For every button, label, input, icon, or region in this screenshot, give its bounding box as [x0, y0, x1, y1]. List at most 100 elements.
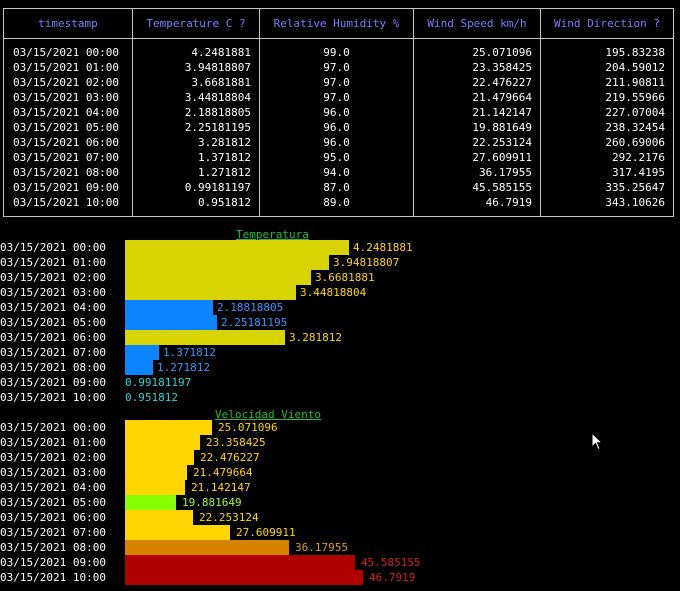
temperature-cell: 3.281812 [132, 135, 260, 150]
wind-speed-category-label: 03/15/2021 00:00 [0, 421, 106, 434]
table-row: 03/15/2021 02:00 3.6681881 97.0 22.476227 21… [3, 75, 674, 90]
temperature-bar-row: 03/15/2021 03:00 3.44818804 [0, 285, 680, 300]
wind-speed-bar [125, 540, 289, 555]
timestamp-cell: 03/15/2021 04:00 [3, 105, 133, 120]
wind-direction-cell: 335.25647 [540, 180, 674, 195]
humidity-cell: 97.0 [259, 90, 414, 105]
timestamp-cell: 03/15/2021 01:00 [3, 60, 133, 75]
wind-speed-cell: 22.476227 [413, 75, 541, 90]
humidity-cell: 97.0 [259, 60, 414, 75]
temperature-cell: 4.2481881 [132, 45, 260, 60]
temperature-bar-row: 03/15/2021 04:00 2.18818805 [0, 300, 680, 315]
temperature-category-label: 03/15/2021 10:00 [0, 391, 106, 404]
wind-speed-category-label: 03/15/2021 07:00 [0, 526, 106, 539]
column-header-temperature: Temperature C ? [132, 8, 260, 39]
temperature-category-label: 03/15/2021 07:00 [0, 346, 106, 359]
temperature-bar-row: 03/15/2021 10:00 0.951812 [0, 390, 680, 405]
temperature-bar-row: 03/15/2021 02:00 3.6681881 [0, 270, 680, 285]
wind-speed-value-label: 19.881649 [182, 496, 242, 509]
wind-direction-cell: 292.2176 [540, 150, 674, 165]
temperature-value-label: 1.271812 [157, 361, 210, 374]
wind-speed-bar [125, 510, 193, 525]
wind-speed-cell: 22.253124 [413, 135, 541, 150]
humidity-cell: 96.0 [259, 120, 414, 135]
wind-speed-category-label: 03/15/2021 10:00 [0, 571, 106, 584]
temperature-value-label: 3.44818804 [300, 286, 367, 299]
temperature-value-label: 1.371812 [163, 346, 216, 359]
column-header-humidity: Relative Humidity % [259, 8, 414, 39]
temperature-category-label: 03/15/2021 04:00 [0, 301, 106, 314]
timestamp-cell: 03/15/2021 10:00 [3, 195, 133, 210]
timestamp-cell: 03/15/2021 09:00 [3, 180, 133, 195]
wind-speed-bar-row: 03/15/2021 05:00 19.881649 [0, 495, 680, 510]
wind-speed-bar [125, 435, 200, 450]
temperature-value-label: 2.18818805 [217, 301, 284, 314]
wind-speed-value-label: 22.476227 [200, 451, 260, 464]
temperature-category-label: 03/15/2021 00:00 [0, 241, 106, 254]
wind-speed-cell: 45.585155 [413, 180, 541, 195]
humidity-cell: 89.0 [259, 195, 414, 210]
table-row: 03/15/2021 05:00 2.25181195 96.0 19.881649 2… [3, 120, 674, 135]
temperature-cell: 3.6681881 [132, 75, 260, 90]
temperature-cell: 1.371812 [132, 150, 260, 165]
column-header-timestamp: timestamp [3, 8, 133, 39]
temperature-category-label: 03/15/2021 09:00 [0, 376, 106, 389]
wind-speed-bar-row: 03/15/2021 09:00 45.585155 [0, 555, 680, 570]
wind-speed-bar [125, 495, 176, 510]
wind-speed-bar [125, 525, 230, 540]
temperature-cell: 2.18818805 [132, 105, 260, 120]
wind-speed-value-label: 45.585155 [361, 556, 421, 569]
temperature-category-label: 03/15/2021 01:00 [0, 256, 106, 269]
temperature-cell: 2.25181195 [132, 120, 260, 135]
wind-direction-cell: 219.55966 [540, 90, 674, 105]
wind-speed-category-label: 03/15/2021 03:00 [0, 466, 106, 479]
temperature-cell: 0.99181197 [132, 180, 260, 195]
wind-speed-bar-row: 03/15/2021 08:00 36.17955 [0, 540, 680, 555]
table-row: 03/15/2021 01:00 3.94818807 97.0 23.358425 2… [3, 60, 674, 75]
temperature-category-label: 03/15/2021 05:00 [0, 316, 106, 329]
temperature-bar-row: 03/15/2021 01:00 3.94818807 [0, 255, 680, 270]
timestamp-cell: 03/15/2021 03:00 [3, 90, 133, 105]
table-row: 03/15/2021 07:00 1.371812 95.0 27.609911 292… [3, 150, 674, 165]
wind-speed-category-label: 03/15/2021 05:00 [0, 496, 106, 509]
wind-direction-cell: 317.4195 [540, 165, 674, 180]
wind-direction-cell: 238.32454 [540, 120, 674, 135]
temperature-bar [125, 255, 329, 270]
table-header-row: timestamp Temperature C ? Relative Humid… [3, 8, 674, 39]
wind-speed-value-label: 23.358425 [206, 436, 266, 449]
wind-speed-bar [125, 570, 363, 585]
temperature-category-label: 03/15/2021 08:00 [0, 361, 106, 374]
table-row: 03/15/2021 09:00 0.99181197 87.0 45.585155 3… [3, 180, 674, 195]
wind-speed-bar [125, 480, 185, 495]
temperature-bar [125, 300, 213, 315]
wind-speed-bar-row: 03/15/2021 01:00 23.358425 [0, 435, 680, 450]
wind-speed-bar-row: 03/15/2021 10:00 46.7919 [0, 570, 680, 585]
wind-direction-cell: 204.59012 [540, 60, 674, 75]
humidity-cell: 96.0 [259, 105, 414, 120]
mouse-pointer-icon [591, 432, 604, 451]
wind-speed-bar [125, 450, 194, 465]
humidity-cell: 95.0 [259, 150, 414, 165]
temperature-category-label: 03/15/2021 02:00 [0, 271, 106, 284]
temperature-cell: 0.951812 [132, 195, 260, 210]
wind-speed-category-label: 03/15/2021 06:00 [0, 511, 106, 524]
humidity-cell: 99.0 [259, 45, 414, 60]
column-header-wind-speed: Wind Speed km/h [413, 8, 541, 39]
temperature-bar [125, 270, 311, 285]
table-row: 03/15/2021 04:00 2.18818805 96.0 21.142147 2… [3, 105, 674, 120]
wind-direction-cell: 211.90811 [540, 75, 674, 90]
wind-speed-category-label: 03/15/2021 04:00 [0, 481, 106, 494]
temperature-bar [125, 330, 285, 345]
temperature-bar [125, 240, 349, 255]
table-row: 03/15/2021 03:00 3.44818804 97.0 21.479664 2… [3, 90, 674, 105]
wind-speed-category-label: 03/15/2021 08:00 [0, 541, 106, 554]
wind-speed-value-label: 25.071096 [218, 421, 278, 434]
wind-speed-category-label: 03/15/2021 01:00 [0, 436, 106, 449]
temperature-bar [125, 360, 153, 375]
temperature-bar-row: 03/15/2021 06:00 3.281812 [0, 330, 680, 345]
wind-speed-cell: 25.071096 [413, 45, 541, 60]
temperature-value-label: 0.951812 [125, 391, 178, 404]
timestamp-cell: 03/15/2021 05:00 [3, 120, 133, 135]
wind-speed-value-label: 46.7919 [369, 571, 416, 584]
humidity-cell: 87.0 [259, 180, 414, 195]
